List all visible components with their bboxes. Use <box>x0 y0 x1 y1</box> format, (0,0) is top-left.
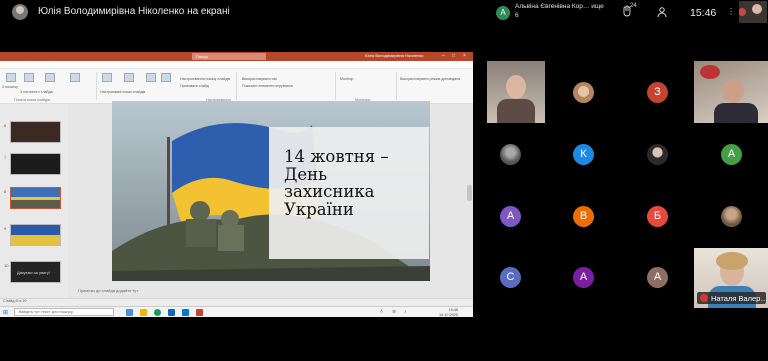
rehearse-button[interactable] <box>146 73 156 82</box>
participant-video[interactable] <box>694 61 768 123</box>
participant-avatar[interactable]: Б <box>647 206 668 227</box>
record-button[interactable] <box>161 73 171 82</box>
taskbar-search[interactable]: Введіть тут текст для пошуку <box>14 308 114 316</box>
participant-photo-avatar[interactable] <box>721 206 742 227</box>
ribbon-label[interactable]: Монітор <box>340 77 353 81</box>
ribbon-label[interactable]: Використовувати час <box>242 77 277 81</box>
close-icon[interactable]: × <box>463 53 466 59</box>
ribbon-label[interactable]: Використовувати режим доповідача <box>400 77 460 81</box>
ribbon-group-label: Почати показ слайдів <box>14 98 50 102</box>
ribbon-separator <box>396 72 397 100</box>
tray-date: 14.10.2020 <box>438 312 458 317</box>
slide-thumbnail[interactable] <box>10 153 61 175</box>
tray-up-icon[interactable]: ˄ <box>380 309 383 315</box>
participants-icon[interactable] <box>656 5 668 23</box>
thumbnail-text: Дякуємо за увагу! <box>17 270 50 275</box>
participant-avatar[interactable]: З <box>647 82 668 103</box>
speaker-name: Наталя Валер… <box>711 294 768 303</box>
powerpoint-icon[interactable] <box>196 309 203 316</box>
join-notification[interactable]: А Альвіна Євгенівна Кор… ище 6 <box>492 1 609 23</box>
slide-thumbnail[interactable] <box>10 121 61 143</box>
thumbnail-number: 9 <box>4 226 7 231</box>
hand-count: 24 <box>630 3 637 9</box>
volume-icon[interactable]: ♪ <box>404 309 407 315</box>
presenter-avatar <box>12 4 28 20</box>
start-icon[interactable]: ⊞ <box>3 309 8 316</box>
participant-photo-avatar[interactable] <box>500 144 521 165</box>
hide-slide-button[interactable] <box>124 73 134 82</box>
thumbnail-number: 10 <box>4 263 9 268</box>
ribbon-separator <box>236 72 237 100</box>
from-current-button[interactable] <box>24 73 34 82</box>
self-view-thumbnail[interactable] <box>739 1 767 23</box>
meeting-clock: 15:46 <box>690 7 717 19</box>
ribbon-label: З поточного слайда <box>20 90 53 94</box>
title-search-box[interactable]: Пошук <box>192 53 266 60</box>
participant-video[interactable] <box>487 61 545 123</box>
file-explorer-icon[interactable] <box>140 309 147 316</box>
ribbon-label[interactable]: Настроювання показу слайдів <box>180 77 230 81</box>
title-user: Юлія Володимирівна Ніколенко <box>365 53 424 58</box>
maximize-icon[interactable]: □ <box>452 53 455 59</box>
more-options-icon[interactable]: ⋮ <box>727 7 735 16</box>
custom-show-button[interactable] <box>70 73 80 82</box>
participant-avatar[interactable]: С <box>500 267 521 288</box>
notes-placeholder: Примітки до слайда додайте тут <box>78 288 139 293</box>
slide-thumbnail[interactable]: Дякуємо за увагу! <box>10 261 61 283</box>
participant-avatar[interactable]: А <box>500 206 521 227</box>
active-speaker-name: Наталя Валер… <box>697 292 768 304</box>
participant-avatar[interactable]: А <box>573 267 594 288</box>
ribbon-separator <box>96 72 97 100</box>
participant-avatar[interactable]: К <box>573 144 594 165</box>
windows-taskbar: ⊞ Введіть тут текст для пошуку ˄ ≋ ♪ 15:… <box>0 306 473 317</box>
word-icon[interactable] <box>168 309 175 316</box>
participant-avatar[interactable]: А <box>721 144 742 165</box>
menu-bar <box>0 61 473 69</box>
thumbnail-number: 7 <box>4 155 7 160</box>
from-beginning-button[interactable] <box>6 73 16 82</box>
mic-off-icon <box>700 294 708 302</box>
status-text: Слайд 8 із 10 <box>3 299 27 303</box>
ribbon-label[interactable]: Показати елементи керування <box>242 84 293 88</box>
participant-photo-avatar[interactable] <box>647 144 668 165</box>
tray-clock: 15:46 14.10.2020 <box>426 308 458 317</box>
slide-thumbnail[interactable] <box>10 224 61 246</box>
notification-avatar: А <box>496 6 510 20</box>
ribbon-label[interactable]: Приховати слайд <box>180 84 209 88</box>
setup-show-button[interactable] <box>102 73 112 82</box>
participant-avatar[interactable]: В <box>573 206 594 227</box>
online-show-button[interactable] <box>45 73 55 82</box>
notification-text: Альвіна Євгенівна Кор… ище 6 <box>515 3 604 19</box>
ribbon-label: З початку <box>2 85 18 89</box>
participant-avatar[interactable]: А <box>647 267 668 288</box>
minimize-icon[interactable]: – <box>442 53 445 59</box>
slide-thumbnail[interactable] <box>10 187 61 209</box>
chrome-icon[interactable] <box>154 309 161 316</box>
thumbnail-number: 6 <box>4 123 7 128</box>
thumbnail-number: 8 <box>4 189 7 194</box>
presenter-label: Юлія Володимирівна Ніколенко на екрані <box>38 6 230 17</box>
ribbon-label: Настроювані показ слайдів <box>100 90 146 94</box>
slide-title: 14 жовтня – День захисника України <box>284 147 389 219</box>
slide-scrollbar[interactable] <box>467 185 472 201</box>
task-view-icon[interactable] <box>126 309 133 316</box>
network-icon[interactable]: ≋ <box>392 309 396 315</box>
ribbon-separator <box>335 72 336 100</box>
mail-icon[interactable] <box>182 309 189 316</box>
participant-photo-avatar[interactable] <box>573 82 594 103</box>
